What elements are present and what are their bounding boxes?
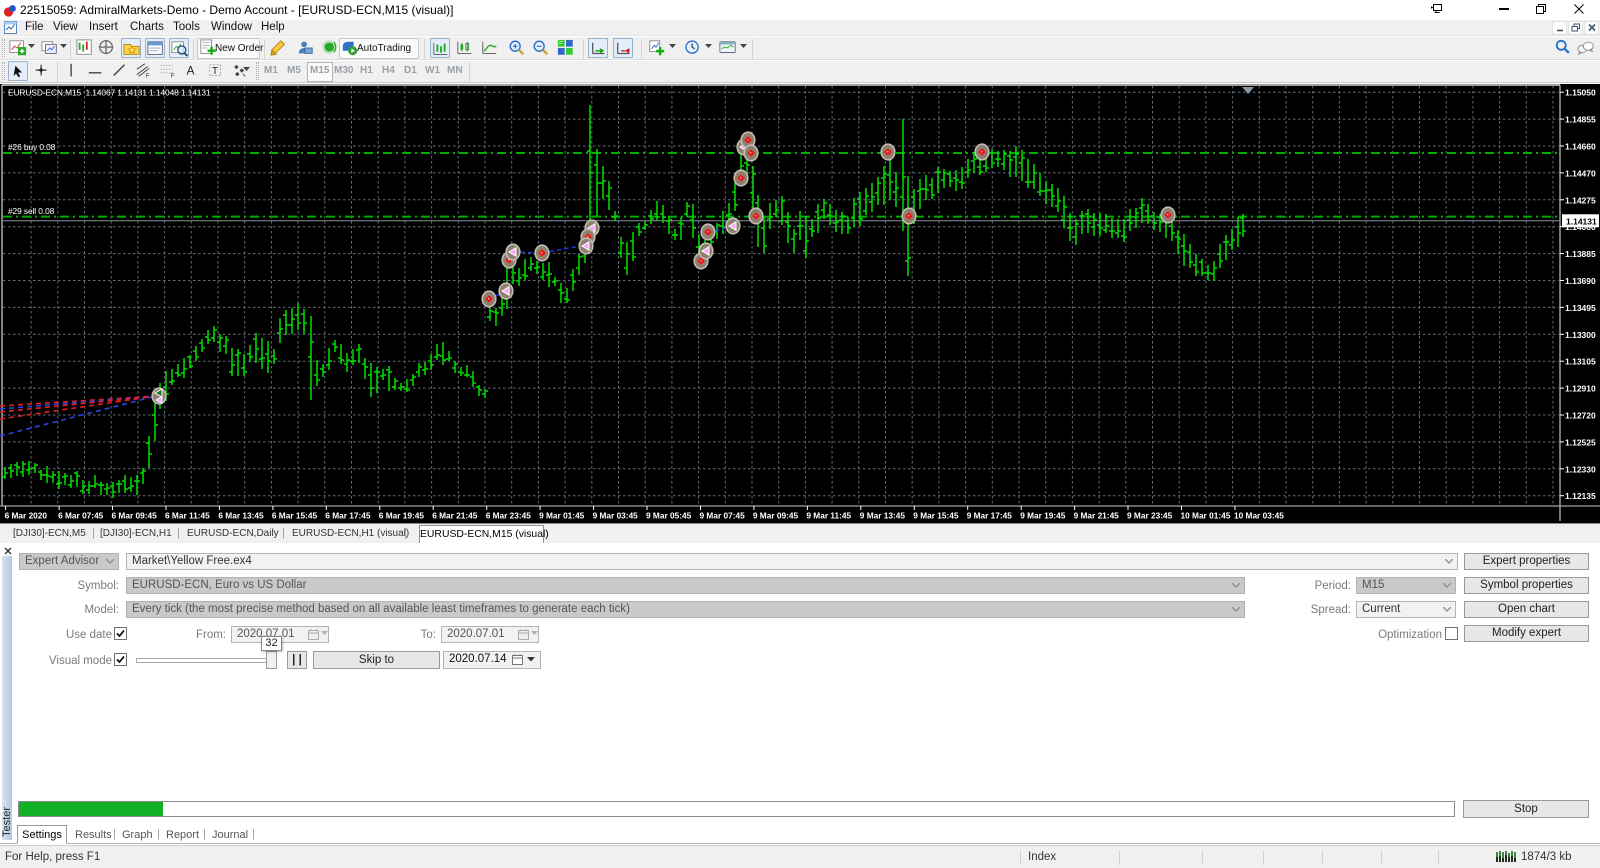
svg-text:A: A xyxy=(187,65,195,78)
svg-text:F: F xyxy=(146,72,150,79)
svg-text:6 Mar 07:45: 6 Mar 07:45 xyxy=(58,511,104,521)
svg-text:6 Mar 23:45: 6 Mar 23:45 xyxy=(486,511,532,521)
svg-text:9 Mar 21:45: 9 Mar 21:45 xyxy=(1074,511,1120,521)
svg-text:6 Mar 13:45: 6 Mar 13:45 xyxy=(218,511,264,521)
svg-text:9 Mar 05:45: 9 Mar 05:45 xyxy=(646,511,692,521)
svg-text:9 Mar 19:45: 9 Mar 19:45 xyxy=(1020,511,1066,521)
svg-text:1.13495: 1.13495 xyxy=(1565,303,1596,313)
svg-text:1.13690: 1.13690 xyxy=(1565,276,1596,286)
svg-text:9 Mar 23:45: 9 Mar 23:45 xyxy=(1127,511,1173,521)
svg-text:F: F xyxy=(171,72,175,79)
svg-text:1.13885: 1.13885 xyxy=(1565,249,1596,259)
svg-text:1.13300: 1.13300 xyxy=(1565,330,1596,340)
svg-text:1.14855: 1.14855 xyxy=(1565,115,1596,125)
svg-text:9 Mar 03:45: 9 Mar 03:45 xyxy=(593,511,639,521)
svg-text:1.13105: 1.13105 xyxy=(1565,357,1596,367)
svg-text:9 Mar 07:45: 9 Mar 07:45 xyxy=(700,511,746,521)
svg-text:10 Mar 01:45: 10 Mar 01:45 xyxy=(1181,511,1231,521)
svg-text:1.14470: 1.14470 xyxy=(1565,168,1596,178)
svg-text:6 Mar 2020: 6 Mar 2020 xyxy=(5,511,48,521)
svg-text:9 Mar 13:45: 9 Mar 13:45 xyxy=(860,511,906,521)
svg-text:T: T xyxy=(212,66,218,77)
svg-text:9 Mar 01:45: 9 Mar 01:45 xyxy=(539,511,585,521)
svg-text:6 Mar 09:45: 6 Mar 09:45 xyxy=(112,511,158,521)
svg-text:1.15050: 1.15050 xyxy=(1565,88,1596,98)
svg-text:1.12330: 1.12330 xyxy=(1565,464,1596,474)
svg-text:6 Mar 17:45: 6 Mar 17:45 xyxy=(325,511,371,521)
svg-text:9 Mar 09:45: 9 Mar 09:45 xyxy=(753,511,799,521)
svg-text:1.14131: 1.14131 xyxy=(1566,217,1597,227)
svg-text:EURUSD-ECN,M15 1.14067 1.1413: EURUSD-ECN,M15 1.14067 1.14131 1.14048 1… xyxy=(8,88,211,98)
svg-text:1.14660: 1.14660 xyxy=(1565,142,1596,152)
svg-text:1.12525: 1.12525 xyxy=(1565,437,1596,447)
svg-text:#26 buy 0.08: #26 buy 0.08 xyxy=(8,142,56,152)
svg-text:6 Mar 21:45: 6 Mar 21:45 xyxy=(432,511,478,521)
svg-text:9 Mar 17:45: 9 Mar 17:45 xyxy=(967,511,1013,521)
svg-text:6 Mar 15:45: 6 Mar 15:45 xyxy=(272,511,318,521)
svg-text:1.12720: 1.12720 xyxy=(1565,411,1596,421)
svg-text:6 Mar 19:45: 6 Mar 19:45 xyxy=(379,511,425,521)
svg-text:1.14275: 1.14275 xyxy=(1565,195,1596,205)
svg-text:9 Mar 11:45: 9 Mar 11:45 xyxy=(806,511,851,521)
svg-text:6 Mar 11:45: 6 Mar 11:45 xyxy=(165,511,210,521)
svg-text:9 Mar 15:45: 9 Mar 15:45 xyxy=(913,511,959,521)
svg-text:1.12135: 1.12135 xyxy=(1565,491,1596,501)
svg-text:10 Mar 03:45: 10 Mar 03:45 xyxy=(1234,511,1284,521)
svg-text:1.12910: 1.12910 xyxy=(1565,384,1596,394)
svg-text:#29 sell 0.08: #29 sell 0.08 xyxy=(8,206,55,216)
